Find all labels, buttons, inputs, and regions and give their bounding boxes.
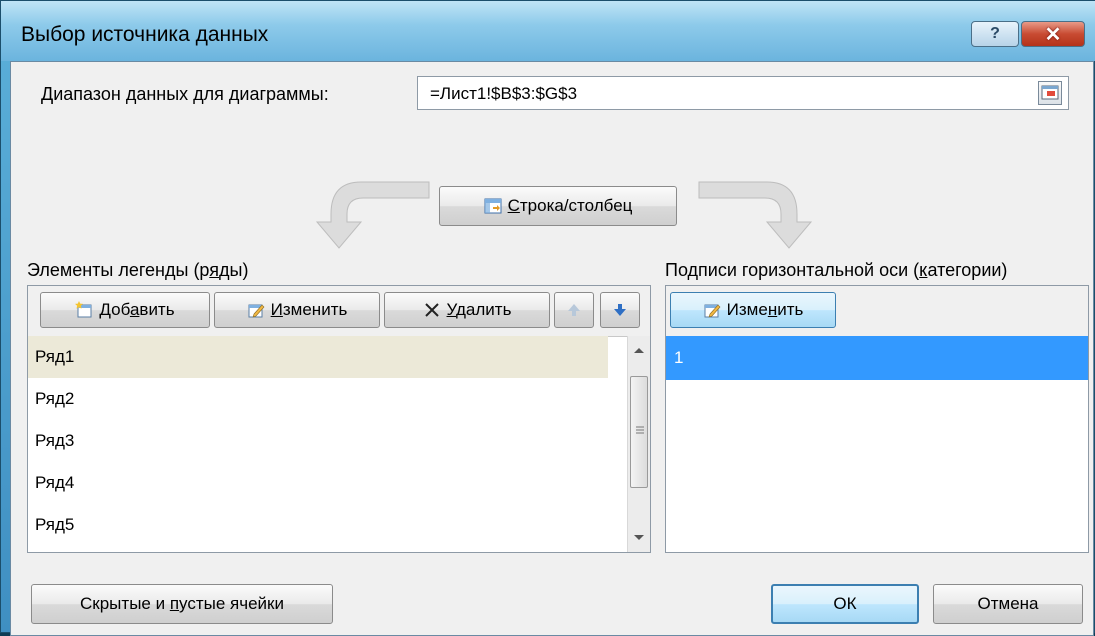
delete-icon (424, 303, 439, 317)
edit-categories-label: Изменить (726, 300, 804, 319)
category-item[interactable]: 1 (666, 336, 1088, 380)
close-icon: ✕ (1044, 23, 1062, 46)
ok-button[interactable]: ОК (771, 584, 919, 624)
legend-series-panel: Добавить Изменить Удалить Ряд1 Ряд2 Ряд3… (27, 285, 651, 553)
dialog-window: Выбор источника данных ? ✕ Диапазон данн… (0, 0, 1095, 636)
delete-series-label: Удалить (446, 300, 512, 319)
move-down-button[interactable] (600, 292, 640, 328)
edit-series-button[interactable]: Изменить (214, 292, 380, 328)
delete-series-button[interactable]: Удалить (384, 292, 550, 328)
switch-row-column-label: Строка/столбец (507, 196, 633, 215)
scroll-up-icon[interactable] (633, 346, 645, 354)
categories-header: Подписи горизонтальной оси (категории) (665, 260, 1008, 280)
edit-icon (704, 304, 721, 318)
range-value: =Лист1!$B$3:$G$3 (430, 84, 578, 103)
left-arrow-icon (315, 181, 430, 249)
title-bar: Выбор источника данных ? ✕ (1, 1, 1095, 61)
categories-panel: Изменить 1 (665, 285, 1089, 553)
list-item[interactable]: Ряд3 (28, 420, 608, 462)
grip-icon (636, 426, 644, 434)
dialog-title: Выбор источника данных (21, 23, 269, 46)
categories-toolbar: Изменить (666, 286, 1088, 337)
arrow-down-icon (614, 304, 626, 316)
series-scrollbar[interactable] (627, 336, 650, 552)
dialog-body: Диапазон данных для диаграммы: =Лист1!$B… (10, 61, 1094, 636)
range-label: Диапазон данных для диаграммы: (41, 84, 329, 104)
edit-categories-button[interactable]: Изменить (670, 292, 836, 328)
help-button[interactable]: ? (971, 21, 1019, 47)
list-item[interactable]: Ряд2 (28, 378, 608, 420)
edit-icon (248, 304, 265, 318)
arrow-up-icon (568, 304, 580, 316)
hidden-empty-cells-label: Скрытые и пустые ячейки (80, 594, 284, 613)
move-up-button[interactable] (554, 292, 594, 328)
scroll-down-icon[interactable] (633, 534, 645, 542)
switch-row-column-button[interactable]: Строка/столбец (439, 186, 677, 226)
add-icon (75, 301, 92, 318)
range-picker-icon (1041, 85, 1059, 100)
list-item[interactable]: Ряд4 (28, 462, 608, 504)
list-item[interactable]: Ряд5 (28, 504, 608, 546)
edit-series-label: Изменить (270, 300, 348, 319)
legend-toolbar: Добавить Изменить Удалить (28, 286, 650, 337)
scrollbar-thumb[interactable] (630, 376, 648, 488)
cancel-button[interactable]: Отмена (933, 584, 1083, 624)
hidden-empty-cells-button[interactable]: Скрытые и пустые ячейки (31, 584, 333, 624)
range-collapse-button[interactable] (1038, 81, 1062, 105)
legend-header: Элементы легенды (ряды) (27, 260, 249, 280)
right-arrow-icon (698, 181, 813, 249)
list-item[interactable]: Ряд1 (28, 336, 608, 378)
add-series-label: Добавить (99, 300, 175, 319)
switch-row-column-icon (484, 198, 502, 214)
range-input[interactable]: =Лист1!$B$3:$G$3 (417, 76, 1069, 110)
close-button[interactable]: ✕ (1021, 21, 1085, 47)
add-series-button[interactable]: Добавить (40, 292, 210, 328)
help-icon: ? (990, 25, 1000, 42)
